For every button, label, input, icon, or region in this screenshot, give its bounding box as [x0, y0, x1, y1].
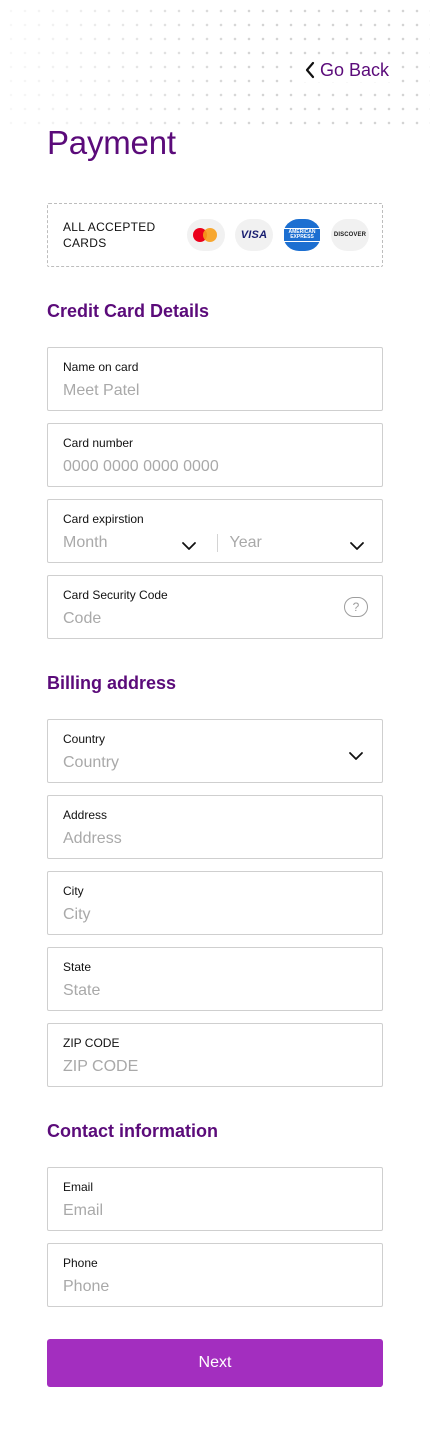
address-input[interactable] [63, 828, 367, 850]
chevron-down-icon [348, 748, 364, 766]
american-express-icon: AMERICAN EXPRESS [283, 219, 321, 251]
zip-code-field[interactable]: ZIP CODE [47, 1023, 383, 1087]
phone-field[interactable]: Phone [47, 1243, 383, 1307]
country-select[interactable]: Country [47, 719, 383, 783]
name-on-card-field[interactable]: Name on card [47, 347, 383, 411]
security-code-label: Card Security Code [63, 588, 168, 602]
card-number-field[interactable]: Card number [47, 423, 383, 487]
email-field[interactable]: Email [47, 1167, 383, 1231]
phone-input[interactable] [63, 1276, 367, 1298]
divider [216, 534, 218, 552]
zip-code-label: ZIP CODE [63, 1036, 120, 1050]
address-label: Address [63, 808, 108, 822]
chevron-left-icon [304, 61, 316, 79]
credit-card-section-title: Credit Card Details [47, 301, 210, 321]
state-input[interactable] [63, 980, 367, 1002]
go-back-link[interactable]: Go Back [301, 58, 391, 82]
zip-code-input[interactable] [63, 1056, 367, 1078]
chevron-down-icon [181, 538, 197, 556]
security-code-field[interactable]: Card Security Code ? [47, 575, 383, 639]
expiration-month-value: Month [63, 534, 108, 551]
city-label: City [63, 884, 84, 898]
billing-section-title: Billing address [47, 673, 177, 693]
email-input[interactable] [63, 1200, 367, 1222]
name-on-card-label: Name on card [63, 360, 139, 374]
country-input[interactable] [63, 752, 323, 774]
city-input[interactable] [63, 904, 367, 926]
expiration-year-select[interactable]: Year [230, 534, 368, 552]
discover-icon: DISCOVER [331, 219, 369, 251]
card-number-label: Card number [63, 436, 134, 450]
state-field[interactable]: State [47, 947, 383, 1011]
phone-label: Phone [63, 1256, 98, 1270]
accepted-cards-box: ALL ACCEPTED CARDS VISA AMERICAN EXPRESS… [47, 203, 383, 267]
card-logos: VISA AMERICAN EXPRESS DISCOVER [187, 219, 369, 251]
country-label: Country [63, 732, 106, 746]
card-expiration-field: Card expirstion Month Year [47, 499, 383, 563]
card-expiration-label: Card expirstion [63, 512, 144, 526]
email-label: Email [63, 1180, 94, 1194]
state-label: State [63, 960, 92, 974]
question-mark-icon[interactable]: ? [344, 597, 368, 617]
security-code-input[interactable] [63, 608, 323, 630]
mastercard-icon [187, 219, 225, 251]
contact-section-title: Contact information [47, 1121, 218, 1141]
accepted-cards-label: ALL ACCEPTED CARDS [63, 220, 156, 250]
expiration-month-select[interactable]: Month [63, 534, 201, 552]
go-back-label: Go Back [319, 59, 389, 80]
name-on-card-input[interactable] [63, 380, 367, 402]
expiration-year-value: Year [229, 534, 262, 551]
next-button[interactable]: Next [47, 1339, 383, 1387]
card-number-input[interactable] [63, 456, 367, 478]
city-field[interactable]: City [47, 871, 383, 935]
address-field[interactable]: Address [47, 795, 383, 859]
chevron-down-icon [349, 538, 365, 556]
page-title: Payment [47, 124, 176, 161]
visa-icon: VISA [235, 219, 273, 251]
